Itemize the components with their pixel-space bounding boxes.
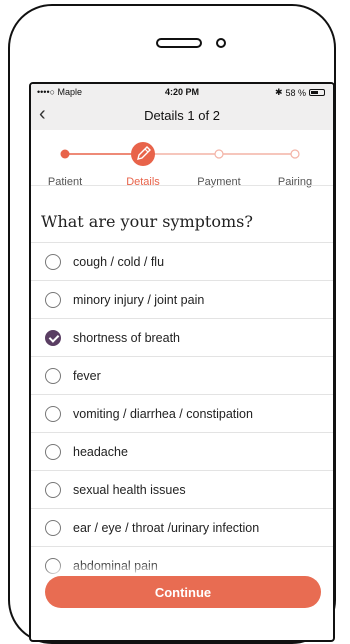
- radio-button[interactable]: [45, 253, 61, 270]
- radio-button[interactable]: [45, 557, 61, 574]
- symptom-option[interactable]: headache: [31, 432, 333, 470]
- option-label: vomiting / diarrhea / constipation: [73, 406, 253, 421]
- battery-icon: [309, 89, 325, 96]
- symptom-option[interactable]: sexual health issues: [31, 470, 333, 508]
- radio-button[interactable]: [45, 405, 61, 422]
- bluetooth-icon: ✱: [274, 87, 283, 97]
- status-bar: ••••○ Maple 4:20 PM ✱ 58 %: [31, 84, 333, 100]
- camera-icon: [216, 38, 226, 48]
- symptom-option[interactable]: fever: [31, 356, 333, 394]
- option-label: cough / cold / flu: [73, 254, 165, 269]
- option-label: shortness of breath: [73, 330, 181, 345]
- stepper-track: [60, 142, 300, 166]
- question-heading: What are your symptoms?: [41, 212, 253, 231]
- continue-button[interactable]: Continue: [45, 576, 321, 608]
- radio-button[interactable]: [45, 291, 61, 308]
- radio-button[interactable]: [45, 443, 61, 460]
- nav-bar: ‹ Details 1 of 2: [31, 100, 333, 131]
- step-label-payment[interactable]: Payment: [197, 176, 240, 188]
- radio-button[interactable]: [45, 481, 61, 498]
- battery-percent: 58 %: [285, 87, 306, 98]
- radio-button[interactable]: [45, 519, 61, 536]
- speaker-icon: [156, 38, 202, 48]
- option-label: fever: [73, 368, 101, 383]
- check-icon[interactable]: [45, 329, 61, 346]
- symptom-option[interactable]: minory injury / joint pain: [31, 280, 333, 318]
- option-label: headache: [73, 444, 128, 459]
- option-label: minory injury / joint pain: [73, 292, 205, 307]
- symptom-list: cough / cold / flu minory injury / joint…: [31, 242, 333, 584]
- option-label: abdominal pain: [73, 558, 158, 573]
- symptom-option[interactable]: shortness of breath: [31, 318, 333, 356]
- option-label: ear / eye / throat /urinary infection: [73, 520, 260, 535]
- symptom-option[interactable]: ear / eye / throat /urinary infection: [31, 508, 333, 546]
- screen: ••••○ Maple 4:20 PM ✱ 58 % ‹ Details 1 o…: [29, 82, 335, 642]
- radio-button[interactable]: [45, 367, 61, 384]
- step-dot-payment[interactable]: [214, 149, 224, 159]
- symptom-option[interactable]: vomiting / diarrhea / constipation: [31, 394, 333, 432]
- step-dot-details[interactable]: [131, 142, 155, 166]
- step-label-pairing[interactable]: Pairing: [278, 176, 312, 188]
- step-dot-patient[interactable]: [60, 149, 70, 159]
- step-label-patient[interactable]: Patient: [48, 176, 82, 188]
- option-label: sexual health issues: [73, 482, 186, 497]
- progress-stepper: Patient Details Payment Pairing: [31, 130, 333, 188]
- battery-indicator: ✱ 58 %: [275, 87, 325, 98]
- step-label-details[interactable]: Details: [126, 176, 160, 188]
- page-title: Details 1 of 2: [144, 108, 220, 123]
- divider: [31, 185, 333, 186]
- step-dot-pairing[interactable]: [290, 149, 300, 159]
- symptom-option[interactable]: cough / cold / flu: [31, 242, 333, 280]
